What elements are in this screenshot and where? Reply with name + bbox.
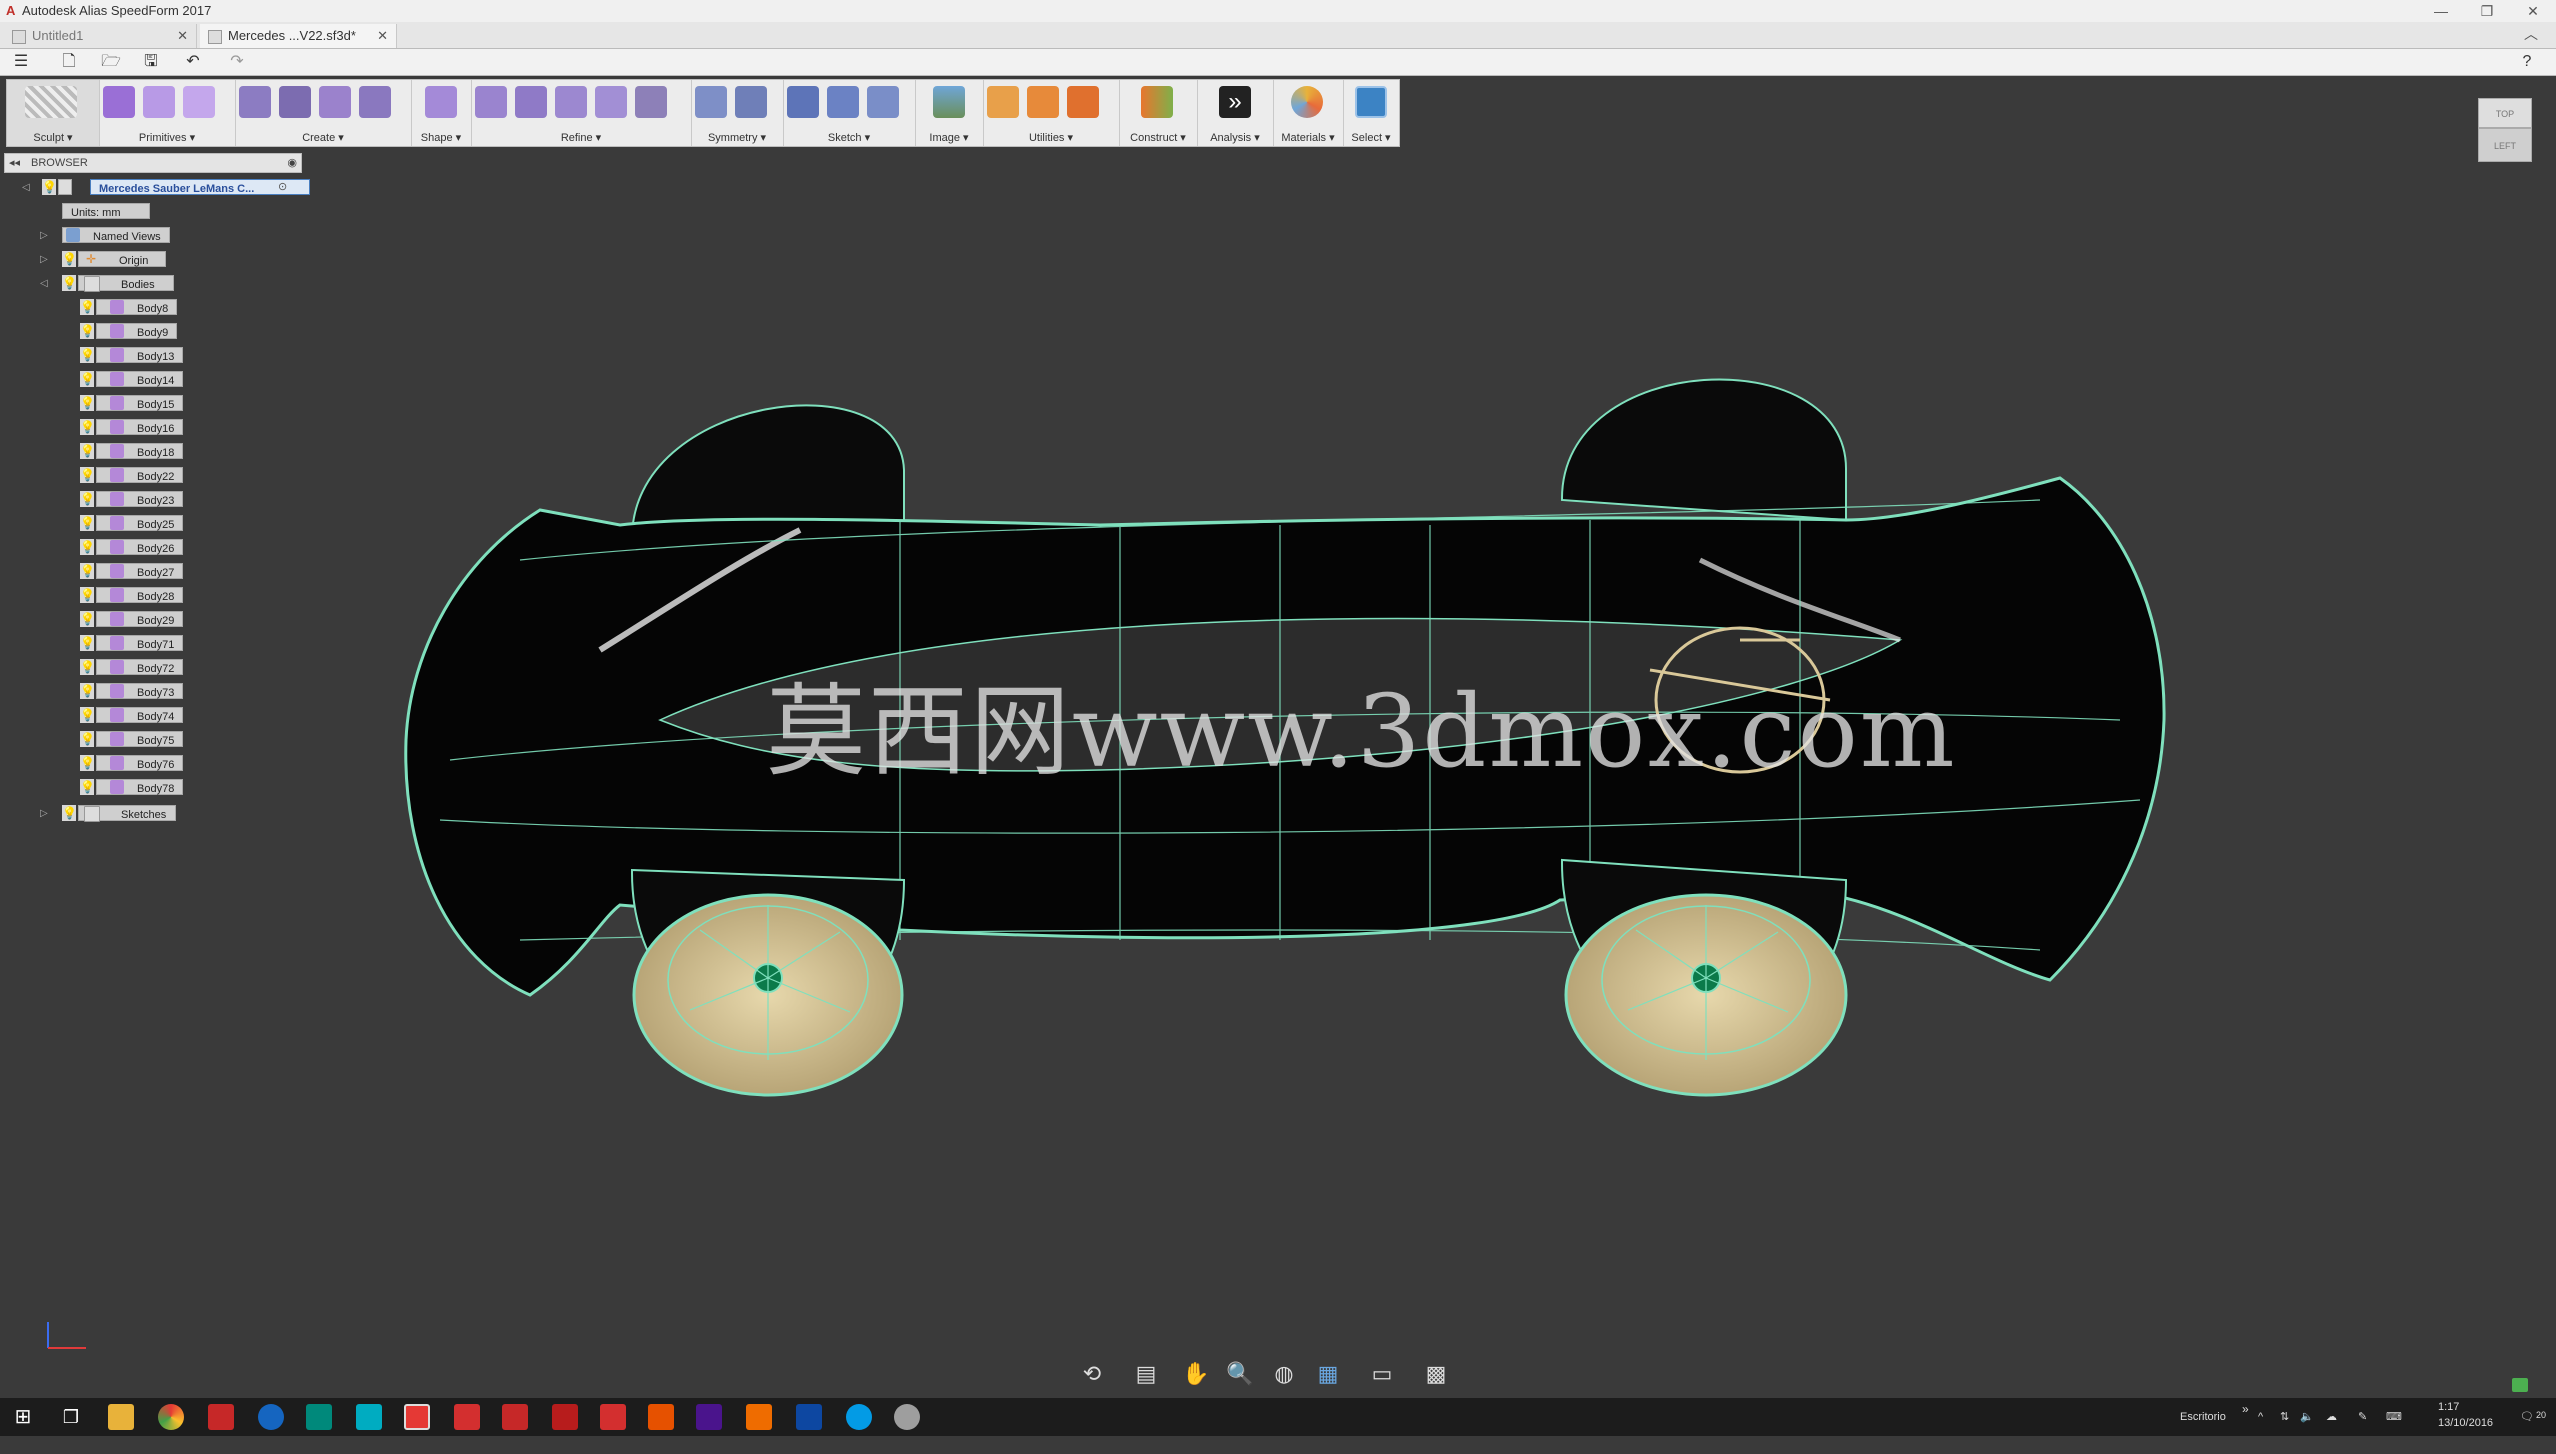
watermark-text: 莫西网www.3dmox.com [766, 673, 1957, 790]
fit-view-icon[interactable]: ◍ [1270, 1360, 1298, 1388]
view-cube-top[interactable]: TOP [2478, 98, 2532, 128]
axis-triad [47, 1322, 86, 1349]
vred-icon[interactable] [552, 1404, 578, 1430]
speedform-icon[interactable] [404, 1404, 430, 1430]
chrome-icon[interactable] [158, 1404, 184, 1430]
desktop-toolbar-label[interactable]: Escritorio [2180, 1398, 2226, 1436]
app-icon[interactable] [258, 1404, 284, 1430]
wheel-right [1564, 893, 1848, 1097]
task-view-icon[interactable]: ❐ [58, 1404, 84, 1430]
acrobat-icon[interactable] [600, 1404, 626, 1430]
app-icon[interactable] [648, 1404, 674, 1430]
solidworks-icon[interactable] [208, 1404, 234, 1430]
skype-icon[interactable] [846, 1404, 872, 1430]
tray-network-icon[interactable]: ⇅ [2280, 1398, 2289, 1436]
tray-keyboard-icon[interactable]: ⌨ [2386, 1398, 2402, 1436]
tire-top-right [1560, 378, 1848, 522]
photoshop-icon[interactable] [796, 1404, 822, 1430]
illustrator-icon[interactable] [746, 1404, 772, 1430]
grid-icon[interactable]: ▩ [1422, 1360, 1450, 1388]
tray-volume-icon[interactable]: 🔈 [2300, 1398, 2314, 1436]
tray-expand-icon[interactable]: ^ [2258, 1398, 2263, 1436]
viewports-icon[interactable]: ▦ [1314, 1360, 1342, 1388]
navigation-bar: ⟲ ▤ ✋ 🔍 ◍ ▦ ▭ ▩ [1078, 1358, 1458, 1390]
orbit-icon[interactable]: ⟲ [1078, 1360, 1106, 1388]
taskbar: ⊞ ❐ Escritorio » ^ ⇅ 🔈 ☁ ✎ ⌨ 1:17 13/10/… [0, 1398, 2556, 1436]
notification-center-icon[interactable]: 🗨 [2520, 1398, 2534, 1436]
zoom-icon[interactable]: 🔍 [1226, 1360, 1254, 1388]
view-cube[interactable]: TOP LEFT [2478, 98, 2532, 162]
display-settings-icon[interactable]: ▭ [1368, 1360, 1396, 1388]
pan-hand-icon[interactable]: ✋ [1182, 1360, 1210, 1388]
chevron-icon[interactable]: » [2242, 1398, 2249, 1436]
app-icon[interactable] [306, 1404, 332, 1430]
view-cube-left[interactable]: LEFT [2478, 128, 2532, 162]
status-icon[interactable] [2512, 1378, 2528, 1392]
clock-date[interactable]: 13/10/2016 [2438, 1416, 2493, 1454]
vray-icon[interactable] [502, 1404, 528, 1430]
look-at-icon[interactable]: ▤ [1132, 1360, 1160, 1388]
autocad-icon[interactable] [454, 1404, 480, 1430]
premiere-icon[interactable] [696, 1404, 722, 1430]
app-icon[interactable] [356, 1404, 382, 1430]
windows-start-icon[interactable]: ⊞ [10, 1404, 36, 1430]
tray-onedrive-icon[interactable]: ☁ [2326, 1398, 2337, 1436]
file-explorer-icon[interactable] [108, 1404, 134, 1430]
tray-pen-icon[interactable]: ✎ [2358, 1398, 2367, 1436]
wheel-left [632, 893, 904, 1097]
app-icon[interactable] [894, 1404, 920, 1430]
notification-count: 20 [2536, 1410, 2547, 1420]
